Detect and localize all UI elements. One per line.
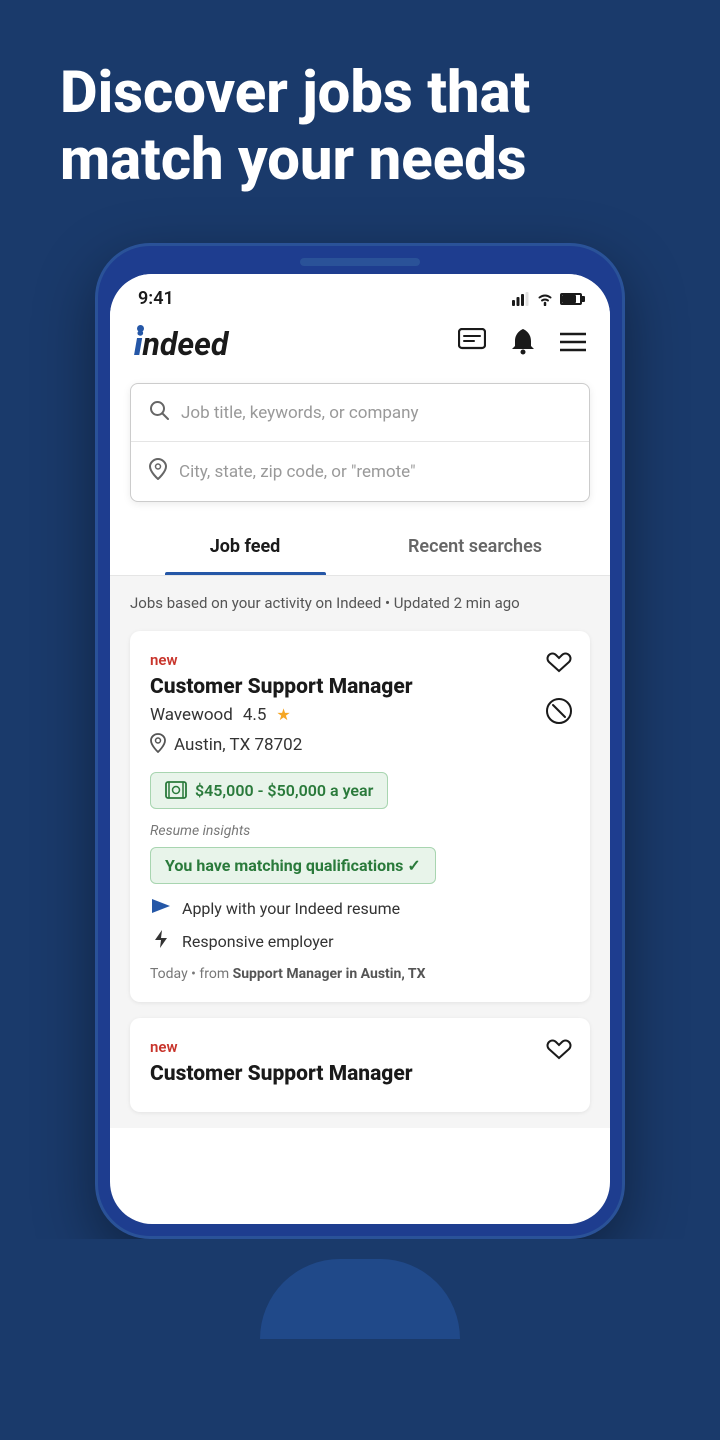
job-search-input[interactable]: Job title, keywords, or company <box>181 403 419 423</box>
search-icon <box>149 400 169 425</box>
menu-icon[interactable] <box>560 329 586 359</box>
search-section: Job title, keywords, or company City, st… <box>110 379 610 518</box>
messages-icon[interactable] <box>458 328 486 361</box>
app-header: i ndeed <box>110 317 610 379</box>
responsive-row-1: Responsive employer <box>150 929 570 954</box>
status-time: 9:41 <box>138 288 174 309</box>
responsive-text-1: Responsive employer <box>182 932 334 951</box>
apply-text-1: Apply with your Indeed resume <box>182 899 400 918</box>
wifi-icon <box>536 292 554 306</box>
feed-description: Jobs based on your activity on Indeed • … <box>130 592 590 615</box>
footer-search-1: Support Manager in Austin, TX <box>233 966 426 982</box>
phone-frame: 9:41 <box>95 243 625 1239</box>
notifications-icon[interactable] <box>510 327 536 362</box>
logo-i-letter: i <box>134 325 143 363</box>
logo-text: ndeed <box>143 325 229 363</box>
card-actions-2 <box>546 1036 572 1066</box>
location-text-1: Austin, TX 78702 <box>174 735 302 755</box>
header-icons <box>458 327 586 362</box>
location-search-input[interactable]: City, state, zip code, or "remote" <box>179 462 416 482</box>
salary-text-1: $45,000 - $50,000 a year <box>195 781 373 800</box>
location-row-1: Austin, TX 78702 <box>150 733 570 758</box>
company-row-1: Wavewood 4.5 ★ <box>150 705 570 725</box>
status-icons <box>512 292 582 306</box>
card-actions-1 <box>546 649 572 729</box>
feed-section: Jobs based on your activity on Indeed • … <box>110 576 610 1128</box>
search-box: Job title, keywords, or company City, st… <box>130 383 590 502</box>
apply-icon-1 <box>150 898 172 919</box>
tab-job-feed[interactable]: Job feed <box>130 518 360 575</box>
lightning-icon-1 <box>150 929 172 954</box>
company-rating-1: 4.5 <box>243 705 267 725</box>
hero-title: Discover jobs that match your needs <box>60 60 660 193</box>
signal-icon <box>512 292 530 306</box>
badge-new-1: new <box>150 651 570 669</box>
indeed-logo: i ndeed <box>134 325 228 363</box>
phone-notch <box>300 258 420 266</box>
company-name-1: Wavewood <box>150 705 233 725</box>
hero-section: Discover jobs that match your needs <box>0 0 720 193</box>
location-icon <box>149 458 167 485</box>
battery-icon <box>560 293 582 305</box>
job-search-row[interactable]: Job title, keywords, or company <box>131 384 589 442</box>
job-title-1: Customer Support Manager <box>150 675 570 699</box>
badge-new-2: new <box>150 1038 570 1056</box>
phone-screen: 9:41 <box>110 274 610 1224</box>
salary-badge-1: $45,000 - $50,000 a year <box>150 772 388 809</box>
matching-badge-1: You have matching qualifications ✓ <box>150 847 436 884</box>
dismiss-job-button[interactable] <box>546 698 572 729</box>
card-footer-1: Today • from Support Manager in Austin, … <box>150 966 570 982</box>
phone-wrapper: 9:41 <box>0 233 720 1239</box>
status-bar: 9:41 <box>110 274 610 317</box>
save-job-button[interactable] <box>546 649 572 680</box>
apply-row-1: Apply with your Indeed resume <box>150 898 570 919</box>
bottom-decoration <box>260 1259 460 1339</box>
save-job-button-2[interactable] <box>546 1047 572 1066</box>
job-card-1: new Customer Support Manager Wavewood 4.… <box>130 631 590 1002</box>
bottom-section <box>0 1239 720 1339</box>
resume-insights-label-1: Resume insights <box>150 823 570 839</box>
job-card-2: new Customer Support Manager <box>130 1018 590 1112</box>
location-pin-icon-1 <box>150 733 166 758</box>
tab-recent-searches[interactable]: Recent searches <box>360 518 590 575</box>
location-search-row[interactable]: City, state, zip code, or "remote" <box>131 442 589 501</box>
job-title-2: Customer Support Manager <box>150 1062 570 1086</box>
tabs-section: Job feed Recent searches <box>110 518 610 576</box>
star-icon-1: ★ <box>276 705 290 724</box>
